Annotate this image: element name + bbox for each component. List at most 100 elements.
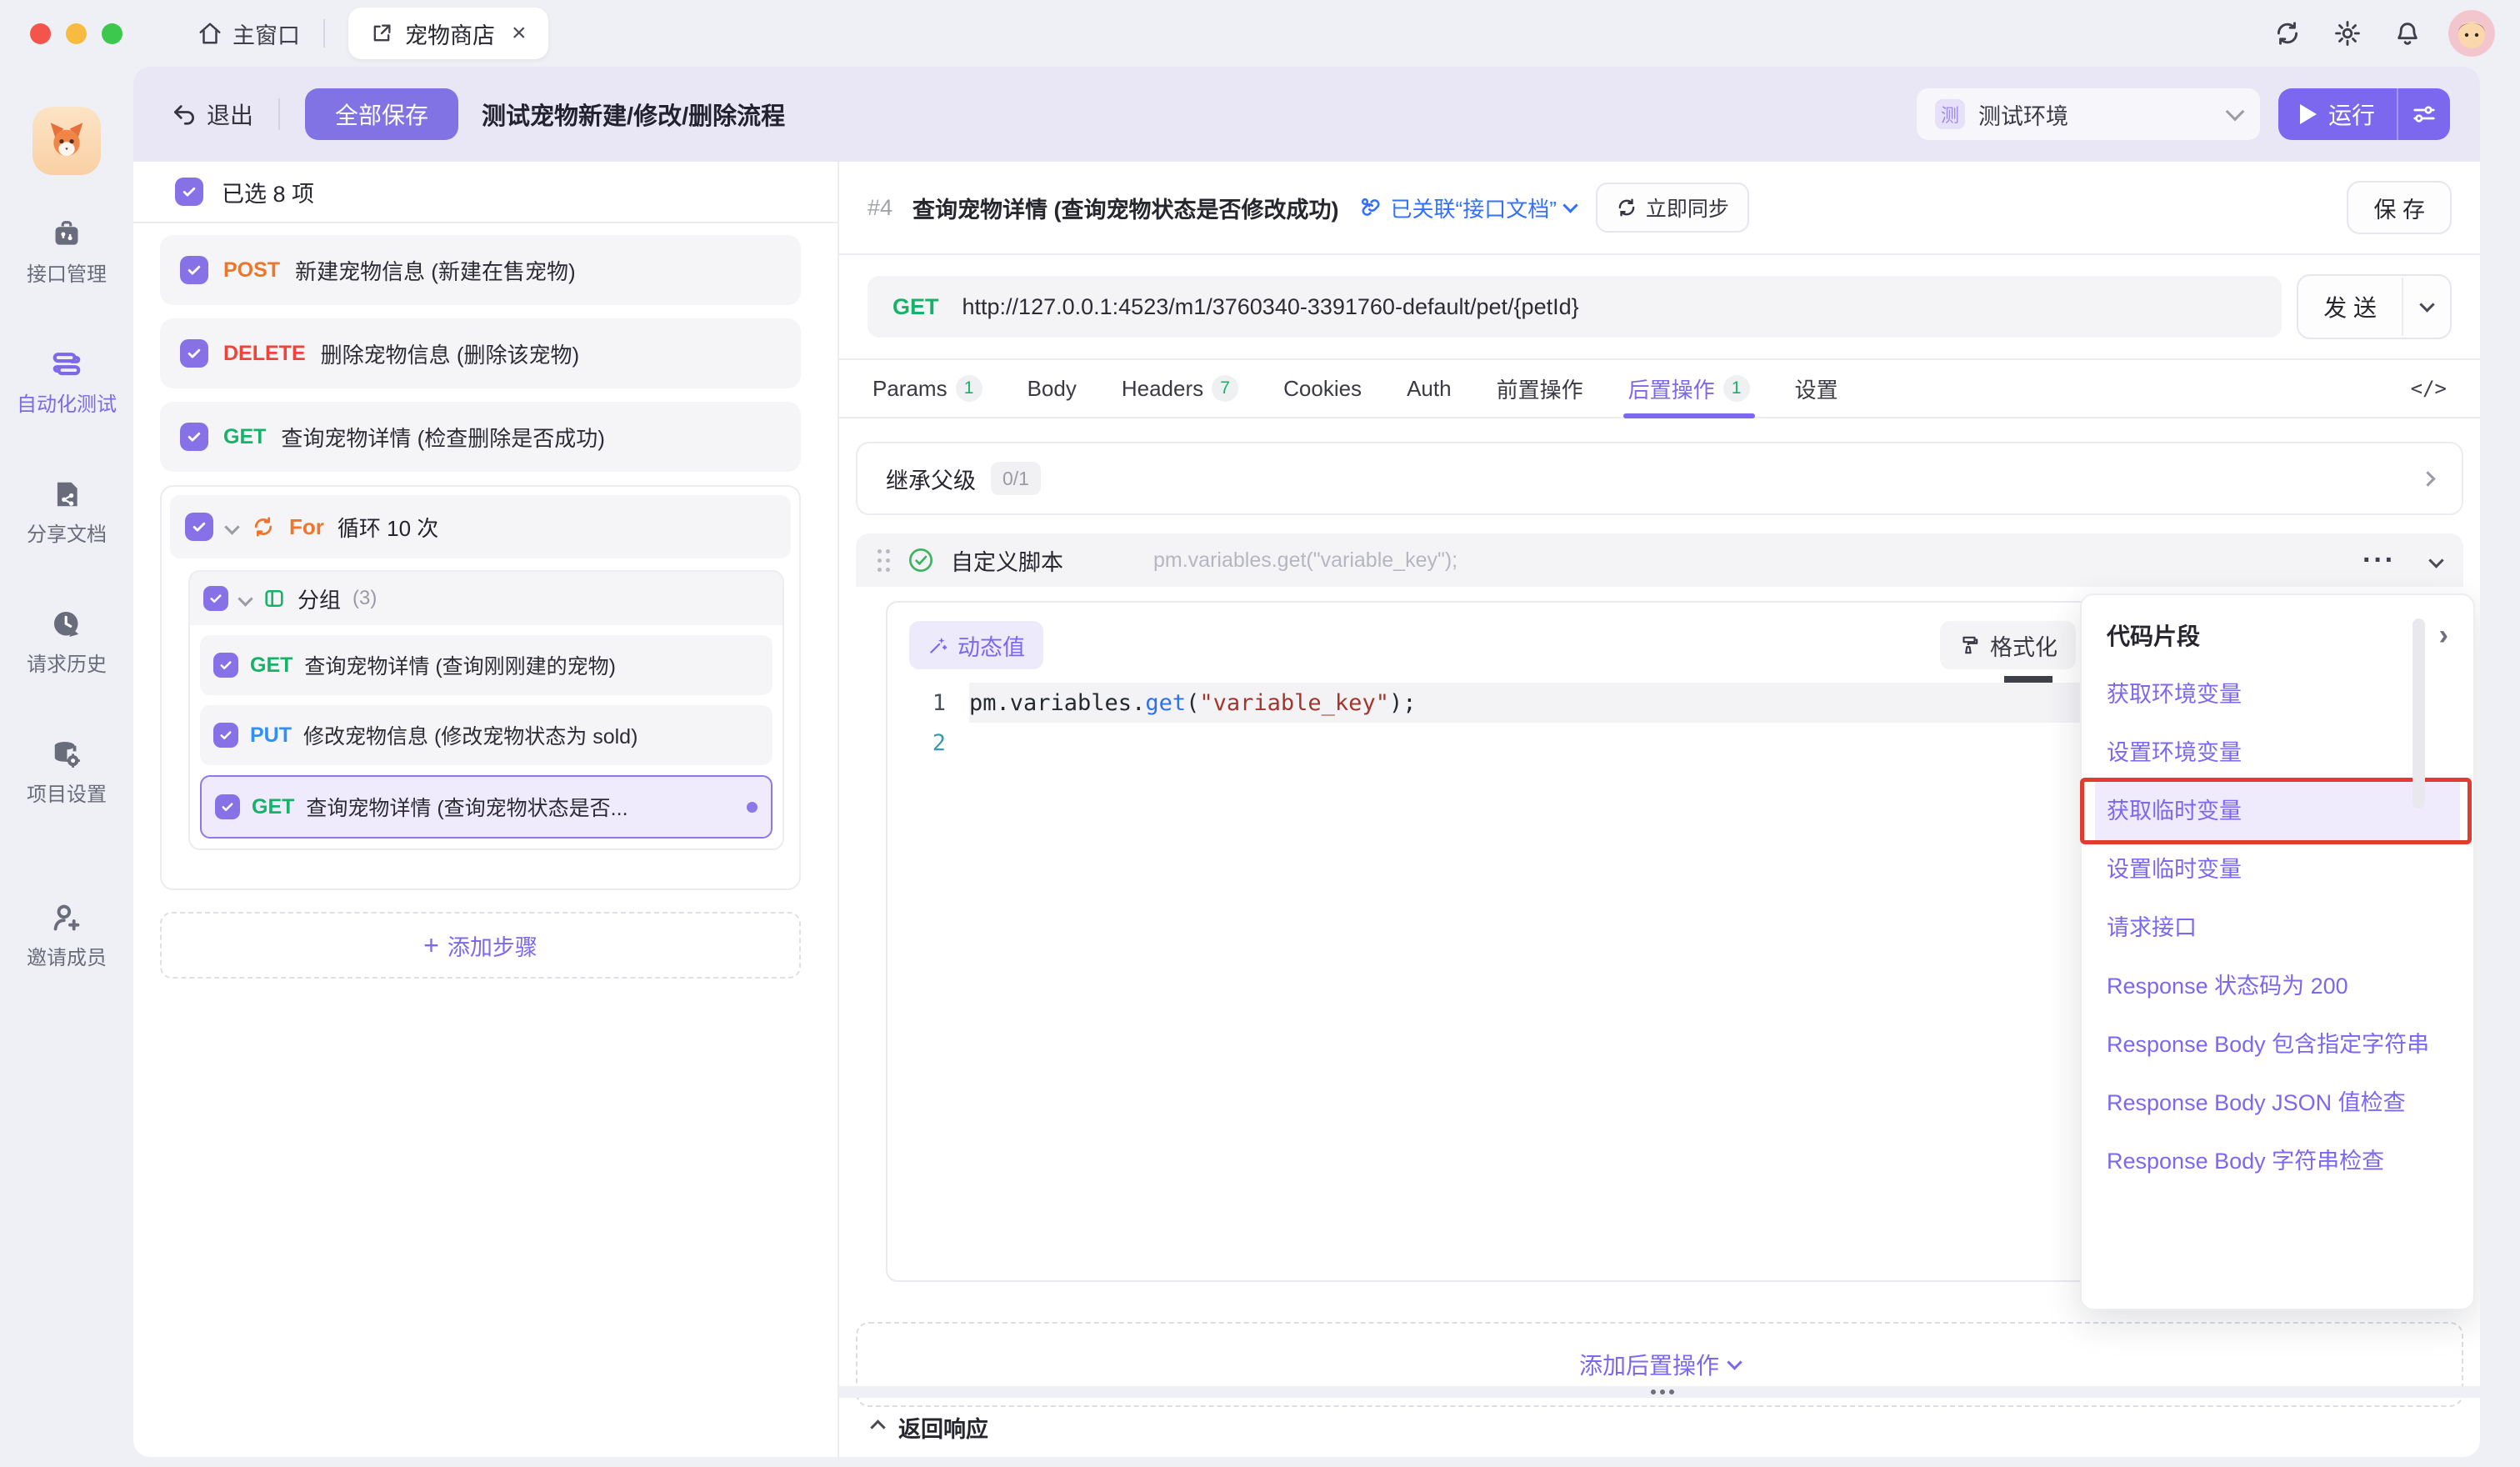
step-checkbox[interactable] [180, 423, 208, 451]
step-checkbox[interactable] [180, 256, 208, 284]
run-main[interactable]: 运行 [2278, 98, 2397, 131]
tab-auth[interactable]: Auth [1407, 360, 1452, 417]
snippet-response-body-json-check[interactable]: Response Body JSON 值检查 [2107, 1074, 2448, 1132]
step-row-delete-pet[interactable]: DELETE 删除宠物信息 (删除该宠物) [160, 318, 801, 388]
group-label: 分组 [298, 583, 341, 614]
code-line-2: 2 [888, 723, 2112, 763]
dynamic-value-label: 动态值 [958, 629, 1025, 662]
close-window-button[interactable] [30, 23, 51, 44]
more-actions-icon[interactable]: ··· [2362, 544, 2396, 577]
environment-select[interactable]: 测 测试环境 [1917, 88, 2260, 140]
bell-icon[interactable] [2393, 19, 2422, 48]
step-title: 查询宠物详情 (查询刚刚建的宠物) [304, 650, 616, 680]
tab-settings[interactable]: 设置 [1795, 360, 1838, 417]
zoom-window-button[interactable] [102, 23, 122, 44]
sidebar-item-request-history[interactable]: 请求历史 [27, 608, 107, 677]
snippet-response-body-string-check[interactable]: Response Body 字符串检查 [2107, 1132, 2448, 1190]
close-tab-icon[interactable]: × [512, 19, 527, 48]
project-logo[interactable] [32, 107, 101, 175]
snippet-get-env-variable[interactable]: 获取环境变量 [2107, 665, 2448, 723]
url-input[interactable]: GET http://127.0.0.1:4523/m1/3760340-339… [868, 276, 2282, 338]
window-controls [30, 23, 122, 44]
tab-headers[interactable]: Headers 7 [1122, 360, 1238, 417]
exit-button[interactable]: 退出 [172, 98, 253, 131]
sidebar-item-api-management[interactable]: 接口管理 [27, 218, 107, 287]
user-avatar[interactable] [2448, 10, 2495, 57]
step-title: 删除宠物信息 (删除该宠物) [321, 338, 580, 369]
step-checkbox[interactable] [213, 723, 238, 748]
save-button[interactable]: 保 存 [2347, 181, 2452, 234]
sync-icon[interactable] [2273, 19, 2302, 48]
send-options-button[interactable] [2403, 299, 2450, 315]
fox-logo-icon [42, 117, 91, 165]
code-view-icon[interactable]: </> [2411, 377, 2447, 400]
sidebar-item-label: 分享文档 [27, 518, 107, 547]
run-config-button[interactable] [2398, 102, 2450, 127]
script-code-editor[interactable]: 动态值 格式化 1 pm.variab [886, 601, 2114, 1282]
avatar-face-icon [2448, 10, 2495, 57]
snippet-response-body-contains[interactable]: Response Body 包含指定字符串 [2107, 1015, 2448, 1074]
sidebar-item-project-settings[interactable]: 项目设置 [27, 739, 107, 807]
sidebar-item-automation-testing[interactable]: 自动化测试 [17, 348, 117, 417]
code-area[interactable]: 1 pm.variables.get("variable_key"); 2 [888, 683, 2112, 763]
snippet-get-temp-variable[interactable]: 获取临时变量 [2095, 782, 2460, 840]
collapse-chevron-icon[interactable] [2428, 553, 2443, 568]
snippet-label: 设置环境变量 [2107, 736, 2242, 769]
step-row-update-pet[interactable]: PUT 修改宠物信息 (修改宠物状态为 sold) [200, 705, 772, 765]
inherit-parent-card[interactable]: 继承父级 0/1 [856, 442, 2463, 515]
database-gear-icon [51, 739, 82, 770]
tab-post-operations[interactable]: 后置操作 1 [1628, 360, 1750, 417]
automation-icon [51, 348, 82, 380]
gear-icon[interactable] [2333, 19, 2362, 48]
step-checkbox[interactable] [215, 794, 240, 819]
step-checkbox[interactable] [180, 339, 208, 368]
step-checkbox[interactable] [185, 513, 213, 541]
snippet-response-status-200[interactable]: Response 状态码为 200 [2107, 957, 2448, 1015]
drag-handle-icon[interactable] [878, 549, 891, 572]
collapse-chevron-icon[interactable] [238, 591, 252, 606]
sync-now-button[interactable]: 立即同步 [1596, 183, 1749, 233]
chevron-right-icon[interactable]: › [2439, 621, 2448, 649]
select-all-checkbox[interactable] [175, 178, 203, 206]
dynamic-value-button[interactable]: 动态值 [909, 621, 1043, 669]
custom-script-header[interactable]: 自定义脚本 pm.variables.get("variable_key"); … [856, 533, 2463, 587]
save-label: 保 存 [2373, 192, 2425, 224]
send-button[interactable]: 发 送 [2297, 274, 2452, 339]
linked-doc-link[interactable]: 已关联“接口文档” [1359, 193, 1576, 223]
tab-body[interactable]: Body [1028, 360, 1077, 417]
sidebar-item-share-docs[interactable]: 分享文档 [27, 478, 107, 547]
scenario-toolbar: 退出 全部保存 测试宠物新建/修改/删除流程 测 测试环境 运行 [133, 67, 2480, 162]
step-checkbox[interactable] [213, 653, 238, 678]
tab-pet-store[interactable]: 宠物商店 × [348, 8, 548, 59]
tab-pre-operations[interactable]: 前置操作 [1497, 360, 1583, 417]
snippet-send-request[interactable]: 请求接口 [2107, 899, 2448, 957]
selected-count-label: 已选 8 项 [222, 176, 314, 208]
group-header-row[interactable]: 分组 (3) [190, 572, 782, 625]
tab-cookies[interactable]: Cookies [1283, 360, 1362, 417]
step-row-query-pet-status[interactable]: GET 查询宠物详情 (查询宠物状态是否... [200, 775, 772, 839]
for-loop-row[interactable]: For 循环 10 次 [170, 495, 791, 558]
add-step-button[interactable]: + 添加步骤 [160, 912, 801, 979]
tab-main-window[interactable]: 主窗口 [198, 18, 300, 50]
tab-params[interactable]: Params 1 [872, 360, 982, 417]
step-row-query-created-pet[interactable]: GET 查询宠物详情 (查询刚刚建的宠物) [200, 635, 772, 695]
save-all-button[interactable]: 全部保存 [305, 88, 458, 140]
inherit-count-badge: 0/1 [991, 462, 1041, 495]
sidebar-item-label: 邀请成员 [27, 941, 107, 970]
sidebar-item-invite-members[interactable]: 邀请成员 [27, 902, 107, 970]
post-operations-area: 继承父级 0/1 自定义脚本 pm.variables.get("variabl… [839, 418, 2480, 1386]
run-button[interactable]: 运行 [2278, 88, 2450, 140]
step-checkbox[interactable] [203, 586, 228, 611]
format-button[interactable]: 格式化 [1940, 621, 2076, 669]
method-label: GET [223, 425, 266, 449]
snippets-scrollbar[interactable] [2412, 618, 2425, 809]
panel-resize-handle[interactable] [839, 1386, 2480, 1398]
collapse-chevron-icon[interactable] [224, 519, 239, 534]
step-row-create-pet[interactable]: POST 新建宠物信息 (新建在售宠物) [160, 235, 801, 305]
snippet-label: Response Body 字符串检查 [2107, 1144, 2384, 1178]
snippet-set-env-variable[interactable]: 设置环境变量 [2107, 723, 2448, 782]
minimize-window-button[interactable] [66, 23, 87, 44]
step-row-query-pet[interactable]: GET 查询宠物详情 (检查删除是否成功) [160, 402, 801, 472]
tab-label: Params [872, 376, 948, 402]
snippet-set-temp-variable[interactable]: 设置临时变量 [2107, 840, 2448, 899]
